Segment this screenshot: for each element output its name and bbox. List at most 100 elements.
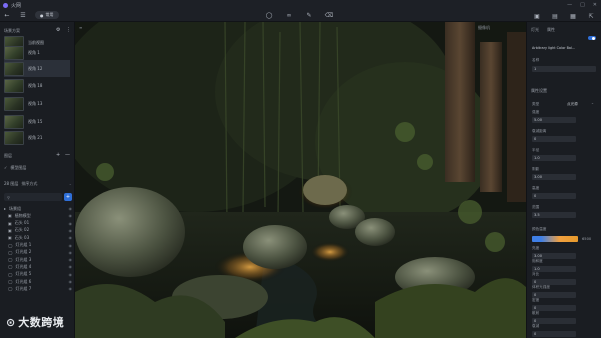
property-value-field[interactable]: 0	[532, 136, 576, 142]
layers-title: 图层	[4, 153, 12, 158]
export-icon[interactable]: ⇱	[587, 12, 595, 20]
name-label: 名称	[532, 58, 540, 62]
save-icon[interactable]: ▤	[551, 12, 559, 20]
layer-tree-row[interactable]: ◯ 灯光组 6 ◉	[4, 278, 72, 285]
scene-item[interactable]: 视角 13	[4, 95, 70, 112]
layer-tree-row[interactable]: ◯ 灯光组 5 ◉	[4, 271, 72, 278]
camera-icon[interactable]: ▣	[533, 12, 541, 20]
back-icon[interactable]: ←	[3, 11, 11, 19]
property-label: 高度	[532, 186, 540, 190]
scene-item-selected[interactable]: 视角 12	[4, 60, 70, 77]
maximize-icon[interactable]: □	[580, 2, 585, 8]
visibility-icon[interactable]: ◉	[69, 228, 73, 233]
eraser-icon[interactable]: ⌫	[325, 11, 333, 19]
settings-icon[interactable]: ⚙	[56, 27, 60, 33]
layer-tree-label: 植物模型	[14, 212, 31, 218]
scene-item[interactable]: 视角 1	[4, 44, 70, 61]
folder-icon[interactable]: ▦	[569, 12, 577, 20]
property-value-field[interactable]: 3.00	[532, 174, 576, 180]
visibility-icon[interactable]: ◉	[69, 235, 73, 240]
layer-search-input[interactable]: ⚲	[4, 193, 62, 201]
quick-pill-label: 常用	[45, 12, 54, 17]
visibility-icon[interactable]: ◉	[69, 221, 73, 226]
menu-icon[interactable]: ☰	[19, 11, 27, 19]
layer-tree-label: 灯光组 1	[15, 242, 32, 247]
viewport-camera-label[interactable]: 摄像机	[478, 25, 490, 31]
right-tab-props[interactable]: 属性	[547, 27, 555, 33]
layer-item-icon: ▣	[8, 227, 12, 233]
layer-add-button[interactable]: +	[64, 193, 72, 201]
scene-thumbnail	[4, 114, 24, 129]
toolbar-center: ◯ ∞ ✎ ⌫	[265, 11, 334, 19]
visibility-icon[interactable]: ◉	[69, 206, 73, 211]
layer-group-row[interactable]: ✓ 模型图层	[4, 164, 72, 171]
layer-tree-row[interactable]: ▣ 石头 02 ◉	[4, 227, 72, 234]
link-icon[interactable]: ∞	[285, 11, 293, 19]
check-icon: ✓	[4, 165, 8, 170]
scene-label: 视角 13	[28, 100, 43, 106]
visibility-icon[interactable]: ◉	[69, 213, 73, 218]
light-enable-toggle[interactable]	[588, 36, 596, 40]
scene-item[interactable]: 视角 15	[4, 113, 70, 130]
visibility-icon[interactable]: ◉	[69, 272, 73, 277]
layer-tree-row[interactable]: ◯ 灯光组 3 ◉	[4, 256, 72, 263]
minimize-icon[interactable]: —	[567, 2, 572, 8]
layer-tree-row[interactable]: ▣ 植物模型 ◉	[4, 212, 72, 219]
scene-thumbnail	[4, 45, 24, 60]
visibility-icon[interactable]: ◉	[69, 286, 73, 291]
layer-item-icon: ◯	[8, 249, 13, 255]
layer-tree-label: 石头 01	[14, 220, 30, 226]
type-chevron-icon[interactable]: ⌄	[591, 101, 594, 105]
visibility-icon[interactable]: ◉	[69, 279, 73, 284]
visibility-icon[interactable]: ◉	[69, 243, 73, 248]
type-value[interactable]: 点光源	[567, 102, 578, 107]
scene-label: 视角 15	[28, 118, 43, 124]
property-value-field[interactable]: 1.0	[532, 155, 576, 161]
layer-tree-row[interactable]: ◯ 灯光组 1 ◉	[4, 242, 72, 249]
layer-tree-row[interactable]: ▸ 场景组 ◉	[4, 205, 72, 212]
color-temperature-bar[interactable]	[532, 236, 578, 242]
layer-item-icon: ◯	[8, 242, 13, 248]
scene-thumbnail	[4, 96, 24, 111]
layer-tree-row[interactable]: ▣ 石头 03 ◉	[4, 234, 72, 241]
property-label: 衰减距离	[532, 129, 547, 133]
visibility-icon[interactable]: ◉	[69, 264, 73, 269]
property-label: 对比	[532, 272, 540, 276]
property-value-field[interactable]: 3.5	[532, 212, 576, 218]
scene-item[interactable]: 视角 21	[4, 129, 70, 146]
layer-tree-label: 灯光组 2	[15, 249, 32, 255]
scene-item[interactable]: 视角 18	[4, 77, 70, 94]
layer-tree-label: 灯光组 6	[15, 278, 32, 284]
visibility-icon[interactable]: ◉	[69, 257, 73, 262]
watermark: ⊙ 大数跨境	[6, 314, 64, 330]
render-viewport[interactable]: ≡ 摄像机	[75, 22, 526, 338]
visibility-icon[interactable]: ◉	[69, 250, 73, 255]
layer-tree-row[interactable]: ◯ 灯光组 7 ◉	[4, 285, 72, 292]
layer-tree-label: 场景组	[9, 205, 22, 211]
property-value-field[interactable]: 0	[532, 193, 576, 199]
expand-icon: ▸	[4, 206, 7, 211]
property-label: 亮度	[532, 246, 540, 250]
sort-chevron-icon[interactable]: ⌄	[69, 181, 72, 186]
scene-thumbnail	[4, 78, 24, 93]
layer-tree-row[interactable]: ◯ 灯光组 2 ◉	[4, 249, 72, 256]
property-value-field[interactable]: 5.00	[532, 117, 576, 123]
layer-tree-row[interactable]: ▣ 石头 01 ◉	[4, 220, 72, 227]
layer-tree-label: 石头 03	[14, 234, 30, 240]
right-tab-light[interactable]: 灯光	[531, 27, 539, 33]
left-panel: 场景方案 ⚙ ⋮ 当前视图 视角 1 视角 12 视角 18 视角 13 视角 …	[0, 22, 75, 338]
quick-pill-button[interactable]: ● 常用	[35, 11, 59, 19]
more-icon[interactable]: ⋮	[66, 27, 71, 33]
section-title: 属性设置	[531, 88, 547, 93]
viewport-menu-label[interactable]: ≡	[79, 25, 82, 30]
name-field[interactable]: 1	[532, 66, 596, 72]
collapse-icon[interactable]: —	[65, 152, 70, 158]
bulb-icon[interactable]: ◯	[265, 11, 273, 19]
layer-tree-row[interactable]: ◯ 灯光组 4 ◉	[4, 263, 72, 270]
sort-value[interactable]: 排序方式	[21, 181, 37, 187]
add-layer-icon[interactable]: +	[56, 152, 60, 158]
pen-icon[interactable]: ✎	[305, 11, 313, 19]
close-icon[interactable]: ✕	[593, 2, 597, 8]
color-label: 颜色温度	[532, 227, 547, 231]
property-value-field[interactable]: 0	[532, 331, 576, 337]
